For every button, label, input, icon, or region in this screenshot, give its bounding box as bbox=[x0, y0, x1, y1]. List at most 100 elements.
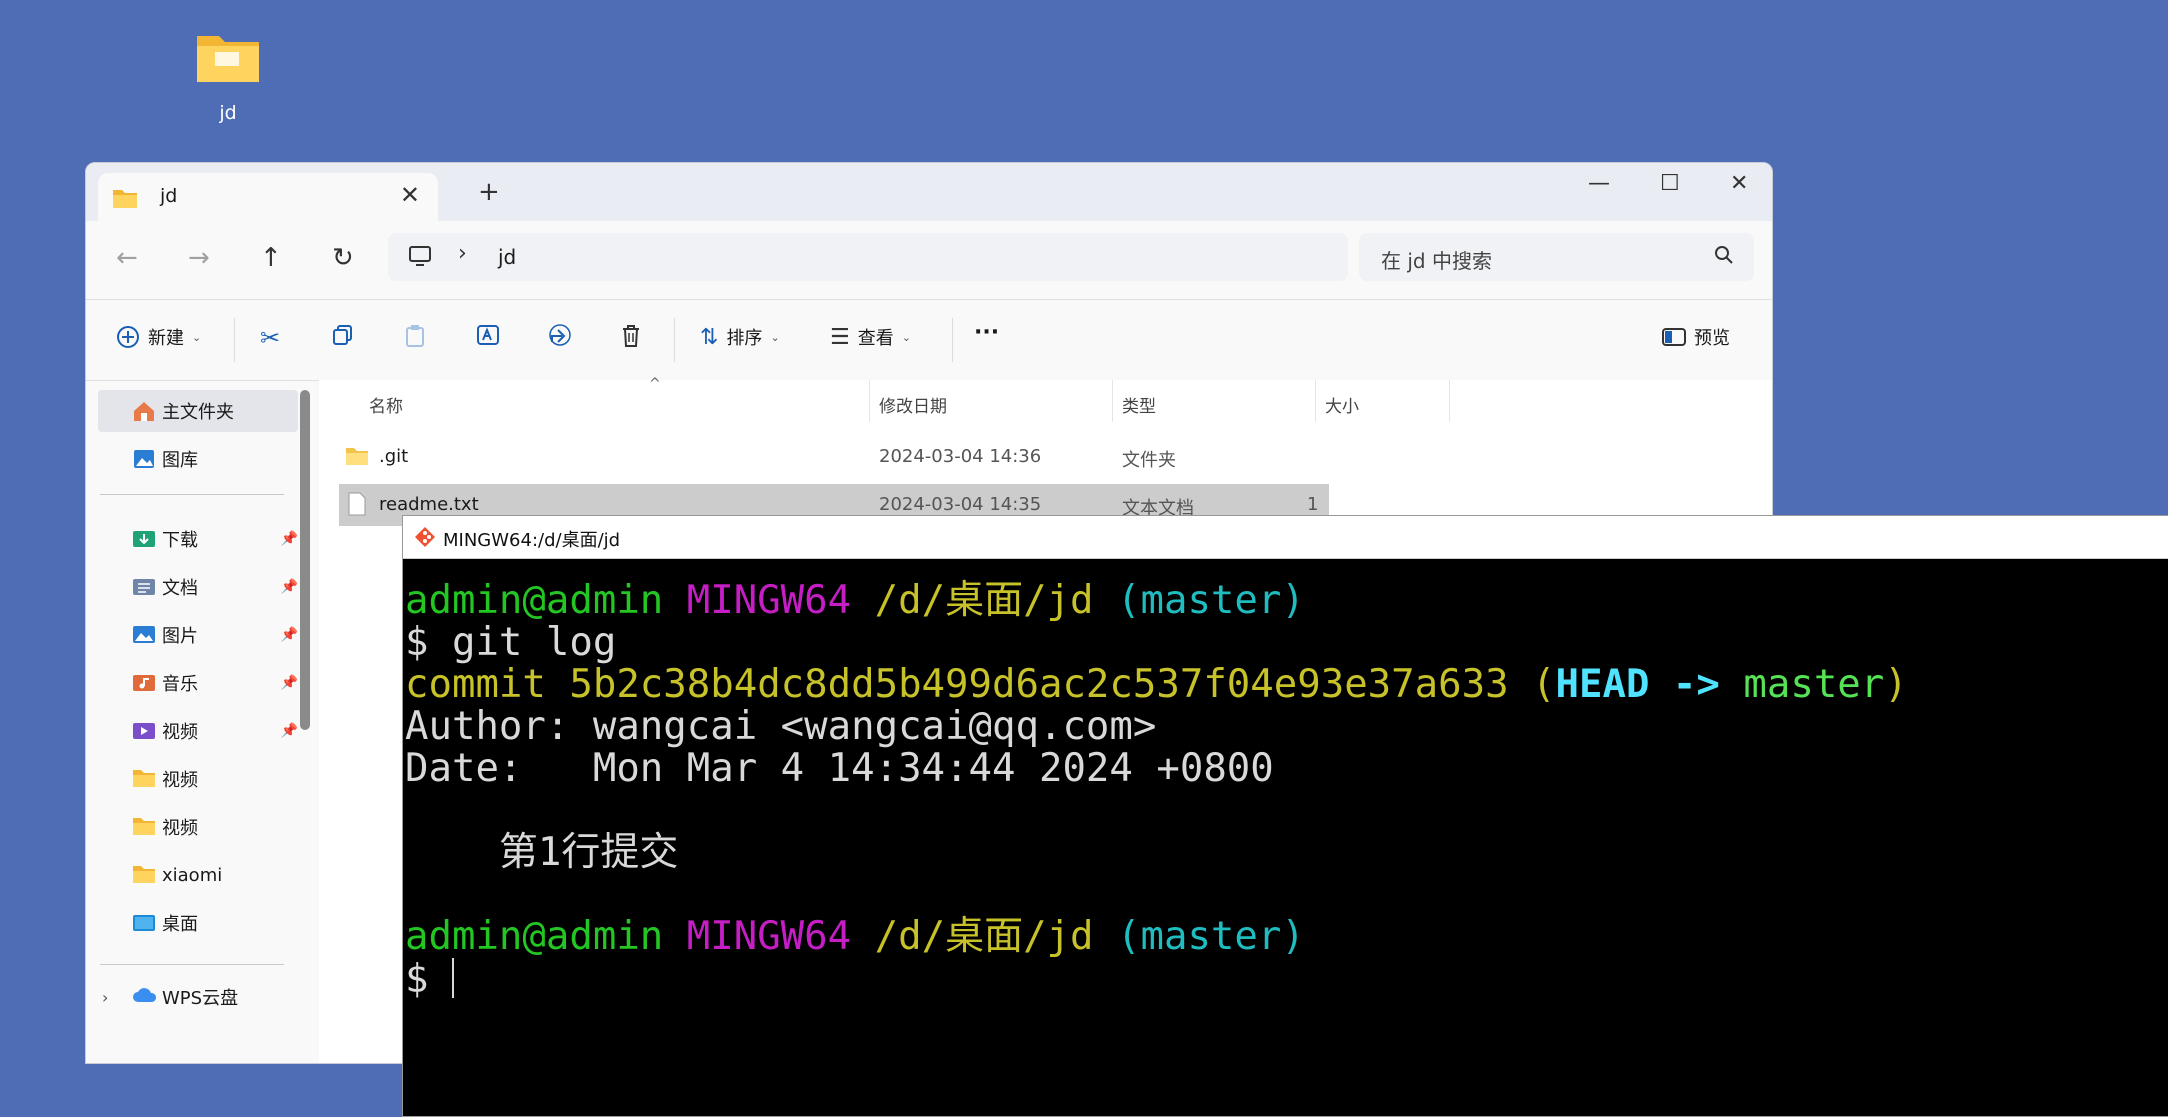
rename-icon bbox=[477, 325, 499, 345]
git-icon bbox=[413, 525, 437, 553]
prompt-line: admin@admin MINGW64 /d/桌面/jd (master) bbox=[405, 578, 1305, 623]
sidebar-item-label: WPS云盘 bbox=[162, 988, 239, 1009]
sidebar-item-label: 音乐 bbox=[162, 674, 198, 695]
preview-pane-icon bbox=[1662, 328, 1686, 346]
share-icon bbox=[549, 324, 571, 346]
sidebar-item-pictures[interactable]: 图片 📌 bbox=[98, 614, 298, 656]
documents-icon bbox=[132, 576, 156, 598]
sidebar-item-xiaomi[interactable]: xiaomi bbox=[98, 854, 298, 896]
sidebar-item-downloads[interactable]: 下载 📌 bbox=[98, 518, 298, 560]
chevron-right-icon: › bbox=[458, 241, 467, 266]
new-label: 新建 bbox=[148, 328, 184, 349]
navigation-bar: ← → ↑ ↻ › jd 在 jd 中搜索 bbox=[86, 221, 1772, 299]
pictures-icon bbox=[132, 624, 156, 646]
home-icon bbox=[132, 400, 156, 422]
copy-button[interactable] bbox=[332, 324, 354, 346]
pin-icon: 📌 bbox=[280, 675, 298, 691]
file-row[interactable]: .git 2024-03-04 14:36 文件夹 bbox=[339, 436, 1329, 478]
file-type: 文件夹 bbox=[1122, 450, 1176, 471]
maximize-button[interactable]: ☐ bbox=[1660, 171, 1680, 196]
file-modified: 2024-03-04 14:35 bbox=[879, 494, 1042, 515]
file-modified: 2024-03-04 14:36 bbox=[879, 446, 1042, 467]
desktop-folder-jd[interactable]: jd bbox=[178, 30, 278, 124]
terminal-window[interactable]: MINGW64:/d/桌面/jd admin@admin MINGW64 /d/… bbox=[402, 515, 2168, 1117]
sidebar-item-gallery[interactable]: 图库 bbox=[98, 438, 298, 480]
music-icon bbox=[132, 672, 156, 694]
tab-jd[interactable]: jd ✕ bbox=[98, 173, 438, 221]
text-file-icon bbox=[347, 492, 367, 521]
sidebar-item-desktop[interactable]: 桌面 bbox=[98, 902, 298, 944]
sidebar-item-home[interactable]: 主文件夹 bbox=[98, 390, 298, 432]
new-button[interactable]: 新建 ⌄ bbox=[116, 324, 201, 350]
chevron-down-icon: ⌄ bbox=[192, 330, 202, 344]
sidebar-scrollbar[interactable] bbox=[300, 390, 310, 730]
share-button[interactable] bbox=[548, 324, 572, 346]
desktop-folder-label: jd bbox=[219, 102, 237, 124]
chevron-down-icon: ⌄ bbox=[770, 330, 780, 344]
plus-circle-icon bbox=[117, 326, 139, 348]
back-button[interactable]: ← bbox=[116, 243, 138, 273]
more-options-button[interactable]: ··· bbox=[974, 320, 999, 345]
terminal-titlebar: MINGW64:/d/桌面/jd bbox=[403, 516, 2168, 559]
sort-button[interactable]: ⇅ 排序 ⌄ bbox=[700, 324, 780, 350]
close-tab-icon[interactable]: ✕ bbox=[400, 181, 420, 209]
navigation-pane: 主文件夹 图库 下载 📌 文档 📌 图片 📌 音乐 📌 视频 📌 视频 视频 x… bbox=[86, 380, 310, 1063]
sidebar-item-music[interactable]: 音乐 📌 bbox=[98, 662, 298, 704]
search-icon bbox=[1714, 245, 1734, 269]
sidebar-item-label: 视频 bbox=[162, 818, 198, 839]
command-bar: 新建 ⌄ ✂ ⇅ 排序 ⌄ ☰ 查看 ⌄ ··· 预览 bbox=[86, 299, 1772, 381]
up-button[interactable]: ↑ bbox=[260, 243, 282, 273]
minimize-button[interactable]: — bbox=[1588, 171, 1610, 196]
address-bar[interactable]: › jd bbox=[388, 233, 1348, 281]
delete-button[interactable] bbox=[620, 324, 642, 348]
pin-icon: 📌 bbox=[280, 579, 298, 595]
column-header-type[interactable]: 类型 bbox=[1122, 392, 1156, 417]
column-header-modified[interactable]: 修改日期 bbox=[879, 392, 947, 417]
date-line: Date: Mon Mar 4 14:34:44 2024 +0800 bbox=[405, 746, 1274, 791]
forward-button[interactable]: → bbox=[188, 243, 210, 273]
sidebar-item-label: 下载 bbox=[162, 530, 198, 551]
column-header-size[interactable]: 大小 bbox=[1325, 392, 1359, 417]
view-button[interactable]: ☰ 查看 ⌄ bbox=[830, 324, 911, 350]
sort-icon: ⇅ bbox=[700, 324, 719, 350]
folder-icon bbox=[345, 446, 369, 471]
refresh-button[interactable]: ↻ bbox=[332, 243, 354, 273]
preview-pane-button[interactable]: 预览 bbox=[1662, 324, 1730, 350]
download-folder-icon bbox=[132, 528, 156, 550]
preview-label: 预览 bbox=[1694, 328, 1730, 349]
sidebar-item-label: 桌面 bbox=[162, 914, 198, 935]
author-line: Author: wangcai <wangcai@qq.com> bbox=[405, 704, 1157, 749]
close-window-button[interactable]: ✕ bbox=[1730, 171, 1748, 196]
command-line: $ git log bbox=[405, 620, 617, 665]
view-label: 查看 bbox=[857, 328, 894, 349]
sidebar-item-documents[interactable]: 文档 📌 bbox=[98, 566, 298, 608]
folder-icon bbox=[132, 816, 156, 838]
terminal-output[interactable]: admin@admin MINGW64 /d/桌面/jd (master) $ … bbox=[405, 560, 2168, 1116]
search-placeholder: 在 jd 中搜索 bbox=[1381, 249, 1492, 273]
chevron-right-icon[interactable]: › bbox=[102, 988, 108, 1007]
sort-label: 排序 bbox=[726, 328, 763, 349]
chevron-down-icon: ⌄ bbox=[901, 330, 911, 344]
sidebar-item-videos[interactable]: 视频 📌 bbox=[98, 710, 298, 752]
sidebar-item-videos-3[interactable]: 视频 bbox=[98, 806, 298, 848]
paste-button[interactable] bbox=[404, 324, 426, 348]
rename-button[interactable] bbox=[476, 324, 500, 346]
more-icon: ··· bbox=[974, 320, 1000, 345]
sidebar-item-wps-cloud[interactable]: › WPS云盘 bbox=[98, 976, 298, 1018]
sidebar-item-videos-2[interactable]: 视频 bbox=[98, 758, 298, 800]
text-cursor bbox=[451, 958, 454, 998]
tab-title: jd bbox=[160, 185, 178, 207]
new-tab-button[interactable]: + bbox=[478, 177, 500, 207]
scissors-icon: ✂ bbox=[260, 324, 281, 352]
search-input[interactable]: 在 jd 中搜索 bbox=[1359, 233, 1754, 281]
input-line[interactable]: $ bbox=[405, 958, 454, 1001]
explorer-titlebar: jd ✕ + — ☐ ✕ bbox=[86, 163, 1772, 221]
cut-button[interactable]: ✂ bbox=[260, 324, 280, 352]
commit-line: commit 5b2c38b4dc8dd5b499d6ac2c537f04e93… bbox=[405, 662, 1908, 707]
file-name: .git bbox=[379, 446, 409, 467]
prompt-line: admin@admin MINGW64 /d/桌面/jd (master) bbox=[405, 914, 1305, 959]
breadcrumb[interactable]: jd bbox=[498, 245, 516, 269]
cloud-icon bbox=[132, 986, 157, 1008]
pin-icon: 📌 bbox=[280, 627, 298, 643]
column-header-name[interactable]: 名称 bbox=[369, 392, 403, 417]
